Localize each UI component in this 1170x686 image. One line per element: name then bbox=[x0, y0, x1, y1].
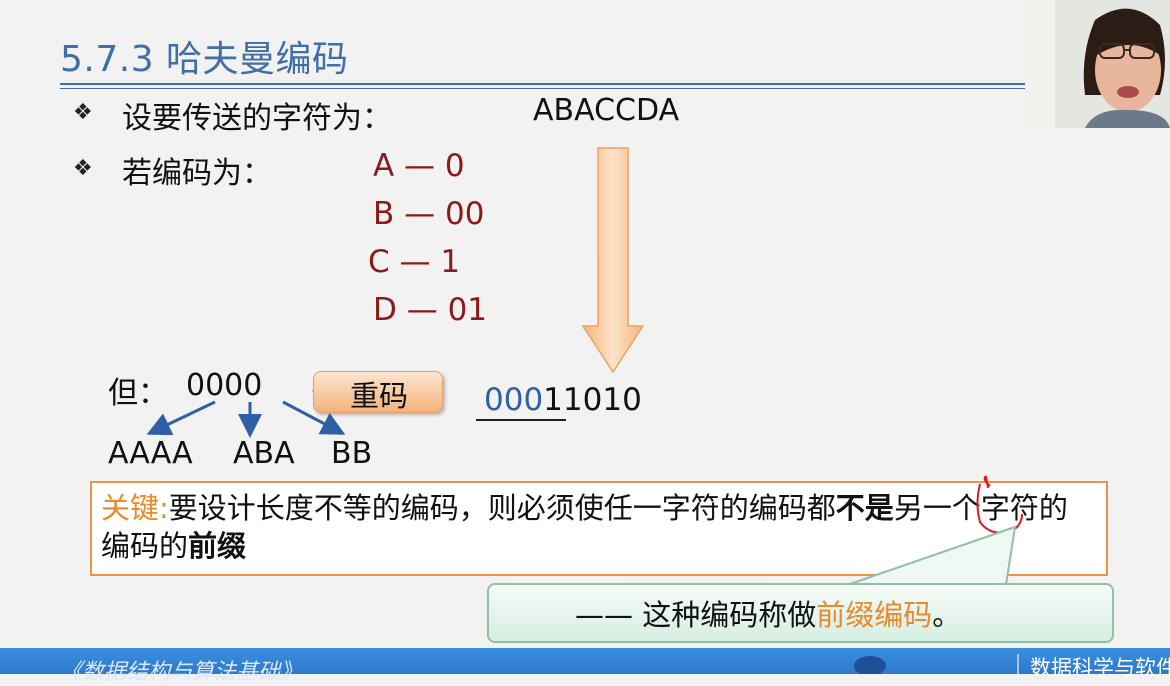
title-rule-thin bbox=[60, 88, 1025, 89]
code-d: D — 01 bbox=[373, 292, 488, 328]
university-logo-icon bbox=[854, 654, 1019, 674]
key-bold-not: 不是 bbox=[835, 491, 894, 525]
encoded-rest: 11010 bbox=[543, 382, 642, 418]
dup-code-label: 重码 bbox=[350, 379, 409, 413]
line1-label: 设要传送的字符为： bbox=[122, 101, 392, 136]
callout-term: 前缀编码 bbox=[816, 598, 933, 632]
slide-title: 5.7.3 哈夫曼编码 bbox=[60, 39, 349, 80]
webcam-video bbox=[1025, 0, 1170, 128]
presenter-image bbox=[1025, 0, 1170, 128]
line2-label: 若编码为： bbox=[122, 156, 272, 191]
footer-course-title: 《数据结构与算法基础》 bbox=[60, 660, 303, 685]
decoding-bb: BB bbox=[331, 436, 373, 471]
key-label: 关键: bbox=[101, 491, 169, 525]
bullet-diamond-icon: ❖ bbox=[73, 100, 93, 125]
footer-department: 数据科学与软件 bbox=[1030, 656, 1170, 680]
encoded-prefix: 000 bbox=[484, 382, 544, 418]
code-c: C — 1 bbox=[368, 244, 461, 280]
callout-text: —— 这种编码称做前缀编码。 bbox=[575, 598, 962, 632]
code-b: B — 00 bbox=[373, 196, 485, 232]
decoding-aba: ABA bbox=[233, 436, 295, 471]
key-bold-prefix: 前缀 bbox=[188, 529, 247, 563]
line1-value: ABACCDA bbox=[533, 93, 680, 128]
title-rule bbox=[60, 83, 1025, 85]
bullet-diamond-icon: ❖ bbox=[73, 156, 93, 181]
decoding-aaaa: AAAA bbox=[108, 436, 193, 471]
down-arrow-icon bbox=[582, 147, 645, 374]
encoded-underline bbox=[476, 419, 566, 421]
encoded-bits: 00011010 bbox=[484, 382, 642, 418]
code-a: A — 0 bbox=[373, 148, 465, 184]
